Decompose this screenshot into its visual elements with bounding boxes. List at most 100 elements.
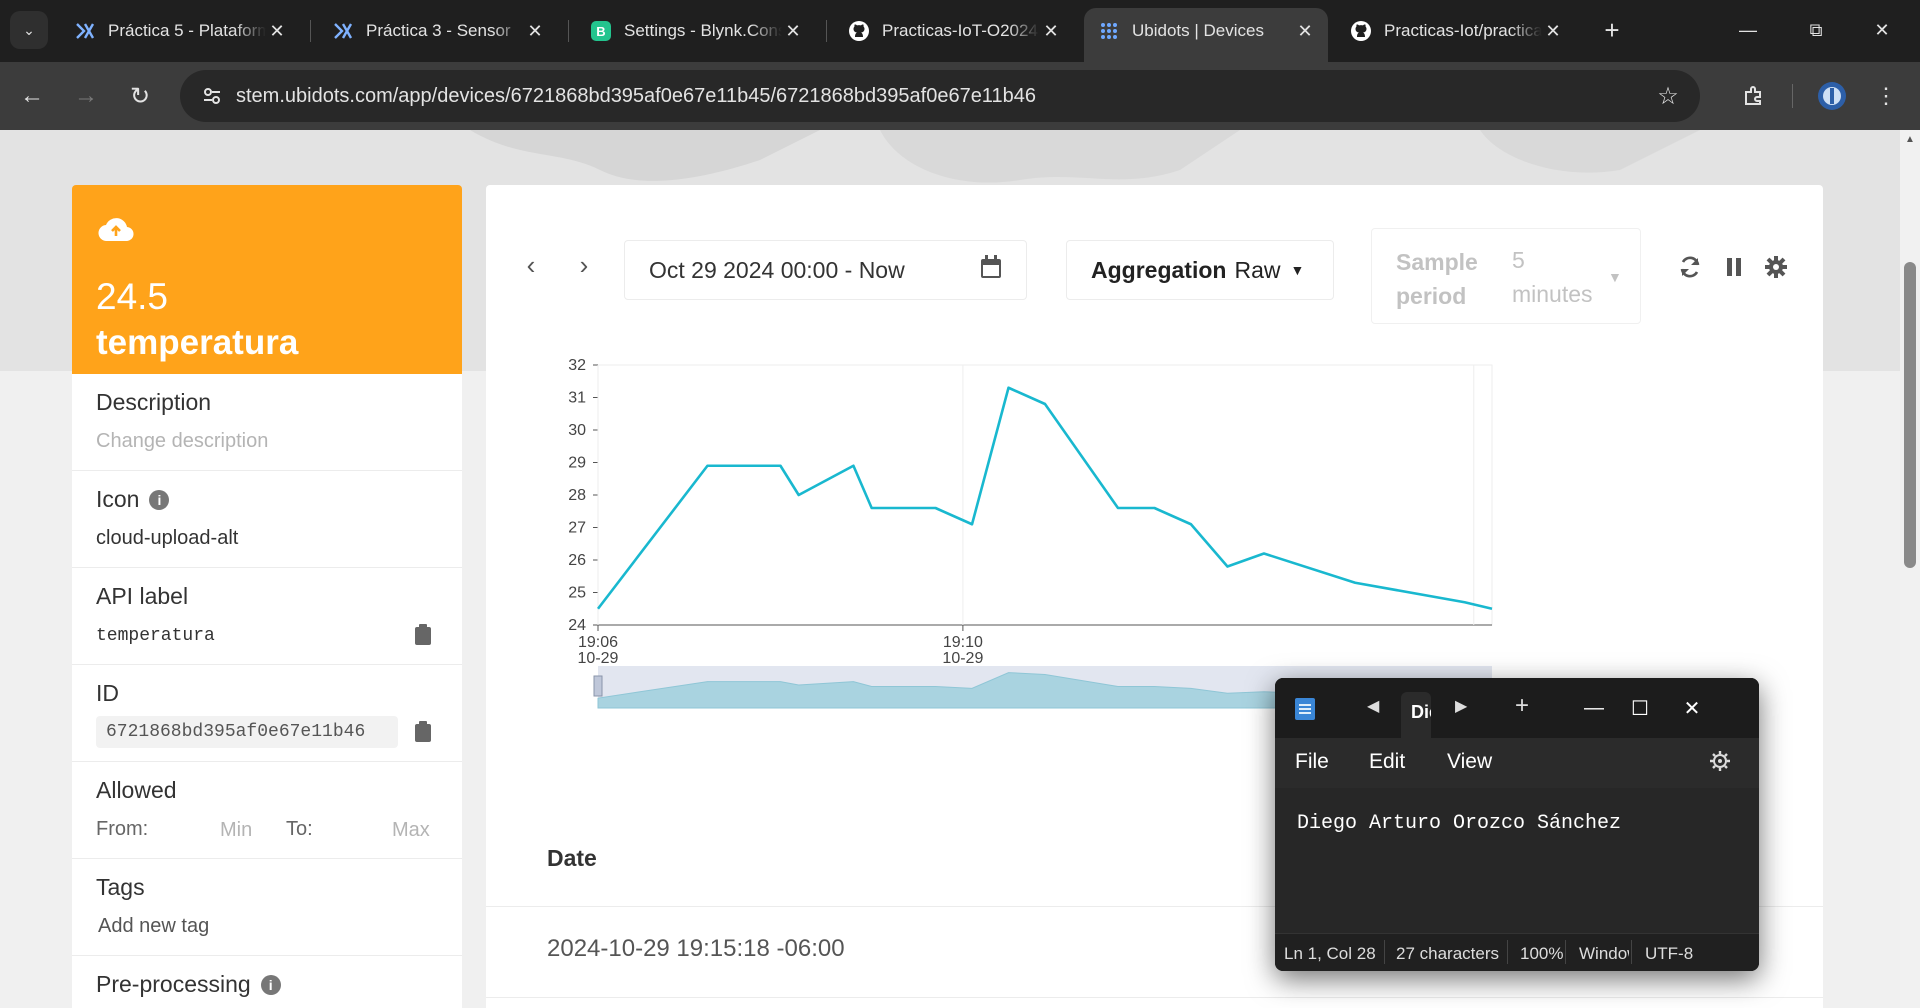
date-range-picker[interactable]: Oct 29 2024 00:00 - Now (624, 240, 1027, 300)
cursor-position: Ln 1, Col 28 (1284, 944, 1376, 963)
refresh-icon[interactable] (1676, 253, 1704, 281)
encoding: UTF-8 (1645, 944, 1694, 963)
max-input[interactable]: Max (392, 819, 430, 842)
minimize-icon[interactable]: — (1571, 690, 1617, 726)
y-tick-label: 26 (568, 552, 586, 569)
info-icon[interactable]: i (260, 975, 281, 995)
minimize-icon[interactable]: — (1728, 12, 1768, 48)
line-chart[interactable]: 24252627282930313219:0610-2919:1010-29 (486, 345, 1823, 725)
preprocessing-section: Pre-processing i (72, 956, 462, 1008)
description-input[interactable]: Change description (96, 430, 268, 453)
zoom-level: 100% (1520, 944, 1564, 963)
variable-name[interactable]: temperatura (96, 320, 298, 366)
tab-github-practicas[interactable]: Practicas-IoT-O2024 ✕ (834, 10, 1074, 52)
previous-range-button[interactable]: ‹ (516, 245, 546, 285)
back-button[interactable]: ← (14, 78, 50, 114)
y-tick-label: 25 (568, 585, 586, 602)
forward-button[interactable]: → (68, 78, 104, 114)
min-input[interactable]: Min (220, 819, 252, 842)
tab-practica-5[interactable]: Práctica 5 - Plataforma ✕ (60, 10, 300, 52)
menu-view[interactable]: View (1447, 750, 1492, 774)
line-ending: Windows (CRLF) (1579, 944, 1629, 963)
notepad-editor[interactable]: Diego Arturo Orozco Sánchez (1275, 788, 1759, 933)
tab-title: Settings - Blynk.Console (624, 21, 782, 40)
tab-separator (310, 20, 311, 42)
close-icon[interactable]: ✕ (1542, 21, 1564, 42)
ide-icon (332, 20, 354, 42)
tab-strip: ⌄ Práctica 5 - Plataforma ✕ Práctica 3 -… (0, 0, 1920, 62)
notepad-tab[interactable]: Diego (1401, 692, 1431, 738)
profile-avatar[interactable] (1814, 78, 1850, 114)
menu-file[interactable]: File (1295, 750, 1329, 774)
reload-button[interactable]: ↻ (122, 78, 158, 114)
bookmark-star-icon[interactable]: ☆ (1648, 82, 1688, 111)
description-label: Description (96, 389, 212, 415)
address-bar[interactable]: stem.ubidots.com/app/devices/6721868bd39… (180, 70, 1700, 122)
close-icon[interactable]: ✕ (1294, 21, 1316, 42)
clipboard-icon[interactable] (414, 624, 432, 651)
api-label-label: API label (96, 583, 189, 609)
tab-github-practicas-iot[interactable]: Practicas-Iot/practicas ✕ (1336, 10, 1576, 52)
maximize-icon[interactable]: ☐ (1617, 690, 1663, 726)
restore-icon[interactable]: ⧉ (1796, 12, 1836, 48)
status-divider (1507, 940, 1508, 964)
new-tab-button[interactable]: + (1594, 12, 1630, 48)
from-label: From: (96, 818, 149, 840)
aggregation-value: Raw (1234, 256, 1281, 283)
close-icon[interactable]: ✕ (524, 21, 546, 42)
settings-gear-icon[interactable] (1709, 750, 1731, 778)
menu-icon[interactable]: ⋮ (1868, 78, 1904, 114)
api-label-value[interactable]: temperatura (96, 626, 215, 646)
scroll-up-icon[interactable]: ▲ (1900, 134, 1920, 145)
y-tick-label: 24 (568, 617, 586, 634)
tab-title: Práctica 3 - Sensor (366, 21, 511, 40)
x-tick-time: 19:10 (943, 634, 983, 651)
clipboard-icon[interactable] (414, 721, 432, 748)
add-tab-icon[interactable]: + (1515, 692, 1529, 720)
character-count: 27 characters (1396, 944, 1499, 963)
calendar-icon (980, 255, 1002, 285)
info-icon[interactable]: i (149, 490, 170, 510)
scrollbar-thumb[interactable] (1904, 262, 1916, 568)
notepad-statusbar: Ln 1, Col 28 27 characters 100% Windows … (1275, 933, 1759, 971)
add-tag-input[interactable]: Add new tag (98, 915, 209, 938)
extensions-icon[interactable] (1736, 78, 1772, 114)
settings-gear-icon[interactable] (1762, 253, 1790, 281)
id-value[interactable]: 6721868bd395af0e67e11b46 (96, 716, 398, 748)
next-range-button[interactable]: › (569, 245, 599, 285)
aggregation-dropdown[interactable]: Aggregation Raw ▼ (1066, 240, 1334, 300)
url-text[interactable]: stem.ubidots.com/app/devices/6721868bd39… (236, 85, 1648, 108)
variable-header-card: 24.5 temperatura (72, 185, 462, 374)
close-icon[interactable]: ✕ (266, 21, 288, 42)
pause-icon[interactable] (1720, 253, 1748, 281)
icon-value[interactable]: cloud-upload-alt (96, 527, 238, 550)
tab-practica-3[interactable]: Práctica 3 - Sensor ✕ (318, 10, 558, 52)
tab-separator (568, 20, 569, 42)
page-scrollbar[interactable]: ▲ (1900, 130, 1920, 1008)
blynk-icon: B (590, 20, 612, 42)
tab-scroll-right-icon[interactable]: ▶ (1455, 696, 1467, 716)
tab-blynk-settings[interactable]: B Settings - Blynk.Console ✕ (576, 10, 816, 52)
api-label-section: API label temperatura (72, 568, 462, 665)
site-info-icon[interactable] (192, 85, 232, 107)
close-icon[interactable]: ✕ (1669, 690, 1715, 726)
tab-title: Practicas-IoT-O2024 (882, 21, 1038, 40)
icon-label: Icon i (96, 486, 170, 513)
preprocessing-label-text: Pre-processing (96, 971, 251, 997)
tab-title: Ubidots | Devices (1132, 21, 1264, 40)
tags-section: Tags Add new tag (72, 859, 462, 956)
sample-period-dropdown[interactable]: Sample period 5 minutes ▼ (1371, 228, 1641, 324)
close-icon[interactable]: ✕ (782, 21, 804, 42)
icon-section: Icon i cloud-upload-alt (72, 471, 462, 568)
tab-scroll-left-icon[interactable]: ◀ (1367, 696, 1379, 716)
notepad-content[interactable]: Diego Arturo Orozco Sánchez (1297, 812, 1621, 835)
menu-edit[interactable]: Edit (1369, 750, 1405, 774)
tab-ubidots-devices[interactable]: Ubidots | Devices ✕ (1084, 8, 1328, 62)
ubidots-icon (1098, 20, 1120, 42)
temperature-series-line[interactable] (596, 386, 1493, 611)
tab-search-button[interactable]: ⌄ (10, 11, 48, 49)
navigator-handle[interactable] (593, 675, 603, 697)
close-window-icon[interactable]: ✕ (1862, 12, 1902, 48)
close-icon[interactable]: ✕ (1040, 21, 1062, 42)
table-divider (486, 997, 1823, 998)
